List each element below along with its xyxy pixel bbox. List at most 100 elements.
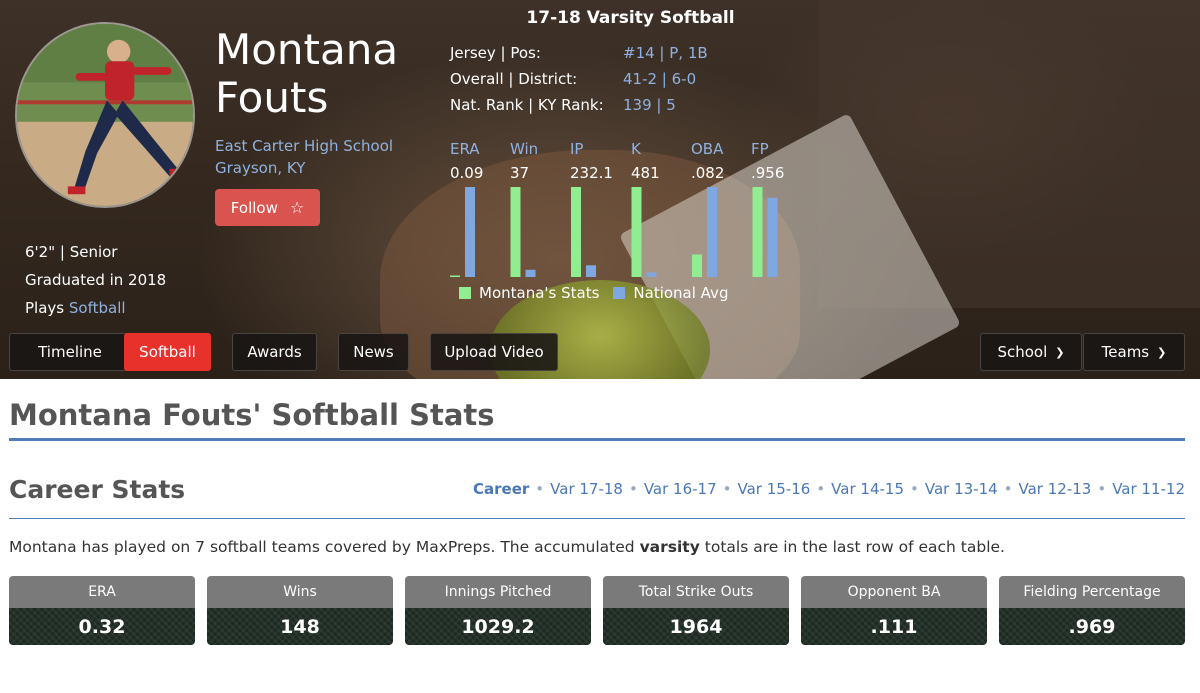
chart-bar-ip-national: [586, 265, 596, 277]
stat-value: .082: [691, 164, 725, 182]
player-first-name: Montana: [215, 25, 399, 74]
stat-label: Win: [510, 140, 539, 158]
link-separator: •: [628, 480, 638, 498]
career-card-innings: Innings Pitched 1029.2: [405, 576, 591, 645]
heading-divider: [9, 438, 1185, 441]
season-link[interactable]: Career: [473, 480, 529, 498]
legend-swatch-green: [459, 287, 471, 299]
intro-text-end: totals are in the last row of each table…: [699, 538, 1005, 556]
chart-bar-oba-player: [692, 254, 702, 277]
season-link[interactable]: Var 16-17: [644, 480, 717, 498]
stat-label: K: [631, 140, 641, 158]
card-value: .111: [801, 608, 987, 645]
card-label: Fielding Percentage: [999, 576, 1185, 608]
legend-item-player: Montana's Stats: [459, 284, 599, 302]
section-title: Career Stats: [9, 475, 186, 504]
dropdown-label: Teams: [1101, 343, 1150, 361]
tab-news[interactable]: News: [338, 333, 409, 371]
plays-sport: Plays Softball: [25, 294, 166, 322]
follow-button[interactable]: Follow ☆: [215, 189, 320, 226]
player-name: Montana Fouts: [215, 26, 445, 122]
school-dropdown[interactable]: School ❯: [980, 333, 1082, 371]
season-link[interactable]: Var 11-12: [1112, 480, 1185, 498]
tab-label: Awards: [247, 343, 302, 361]
card-label: Innings Pitched: [405, 576, 591, 608]
chart-bar-oba-national: [707, 187, 717, 277]
avatar[interactable]: [15, 22, 195, 208]
legend-label: Montana's Stats: [479, 284, 600, 302]
stat-label: OBA: [691, 140, 724, 158]
card-value: 0.32: [9, 608, 195, 645]
info-value: 139 | 5: [623, 96, 676, 114]
tab-timeline[interactable]: Timeline: [9, 333, 131, 371]
info-label: Nat. Rank | KY Rank:: [450, 96, 604, 114]
card-value: 148: [207, 608, 393, 645]
legend-swatch-blue: [613, 287, 626, 299]
stat-label: FP: [751, 140, 769, 158]
stat-era: ERA 0.09: [450, 140, 510, 182]
link-separator: •: [1003, 480, 1013, 498]
season-link[interactable]: Var 15-16: [738, 480, 811, 498]
teams-dropdown[interactable]: Teams ❯: [1083, 333, 1185, 371]
sport-link[interactable]: Softball: [69, 299, 126, 317]
link-separator: •: [816, 480, 826, 498]
profile-nav: Timeline Softball Awards News Upload Vid…: [0, 330, 1200, 374]
career-card-opponent-ba: Opponent BA .111: [801, 576, 987, 645]
chart-bar-fp-national: [767, 197, 778, 277]
career-card-era: ERA 0.32: [9, 576, 195, 645]
plays-prefix: Plays: [25, 299, 65, 317]
season-link[interactable]: Var 12-13: [1019, 480, 1092, 498]
intro-text-bold: varsity: [639, 538, 700, 556]
legend-label: National Avg: [633, 284, 729, 302]
chart-bar-win-player: [510, 187, 521, 277]
season-link[interactable]: Var 13-14: [925, 480, 998, 498]
info-label: Jersey | Pos:: [450, 44, 541, 62]
season-link[interactable]: Var 17-18: [550, 480, 623, 498]
career-card-wins: Wins 148: [207, 576, 393, 645]
chart-bar-era-national: [465, 187, 475, 277]
chart-bar-era-player: [450, 275, 460, 277]
info-value: 41-2 | 6-0: [623, 70, 697, 88]
stat-oba: OBA .082: [691, 140, 751, 182]
card-label: Total Strike Outs: [603, 576, 789, 608]
info-row: Overall | District: 41-2 | 6-0: [450, 66, 708, 92]
stat-fp: FP .956: [751, 140, 811, 182]
link-separator: •: [722, 480, 732, 498]
tab-label: Timeline: [38, 343, 102, 361]
profile-hero: Montana Fouts East Carter High School Gr…: [0, 0, 1200, 379]
page-title: Montana Fouts' Softball Stats: [9, 398, 495, 432]
school-link[interactable]: East Carter High School: [215, 135, 393, 157]
career-stat-cards: ERA 0.32 Wins 148 Innings Pitched 1029.2…: [9, 576, 1185, 646]
card-label: ERA: [9, 576, 195, 608]
chart-bar-win-national: [525, 269, 536, 277]
stat-win: Win 37: [510, 140, 570, 182]
stat-value: 232.1: [570, 164, 613, 182]
link-separator: •: [1097, 480, 1107, 498]
stat-value: 481: [631, 164, 660, 182]
tab-awards[interactable]: Awards: [232, 333, 317, 371]
season-link[interactable]: Var 14-15: [831, 480, 904, 498]
info-value: #14 | P, 1B: [623, 44, 708, 62]
chevron-down-icon: ❯: [1157, 345, 1167, 359]
chart-bar-k-national: [646, 272, 657, 277]
info-label: Overall | District:: [450, 70, 578, 88]
stats-comparison-chart: [450, 187, 778, 277]
player-photo: [17, 24, 193, 206]
stat-value: 37: [510, 164, 530, 182]
link-separator: •: [535, 480, 545, 498]
star-icon: ☆: [289, 198, 305, 217]
tab-softball[interactable]: Softball: [124, 333, 211, 371]
stat-k: K 481: [631, 140, 691, 182]
tab-upload-video[interactable]: Upload Video: [430, 333, 558, 371]
stat-value: 0.09: [450, 164, 484, 182]
career-card-strikeouts: Total Strike Outs 1964: [603, 576, 789, 645]
stat-value: .956: [751, 164, 785, 182]
career-card-fielding: Fielding Percentage .969: [999, 576, 1185, 645]
graduation-year: Graduated in 2018: [25, 271, 167, 289]
stat-label: ERA: [450, 140, 480, 158]
school-location[interactable]: Grayson, KY: [215, 157, 305, 179]
card-label: Wins: [207, 576, 393, 608]
stat-ip: IP 232.1: [570, 140, 630, 182]
section-divider: [9, 518, 1185, 519]
link-separator: •: [909, 480, 919, 498]
